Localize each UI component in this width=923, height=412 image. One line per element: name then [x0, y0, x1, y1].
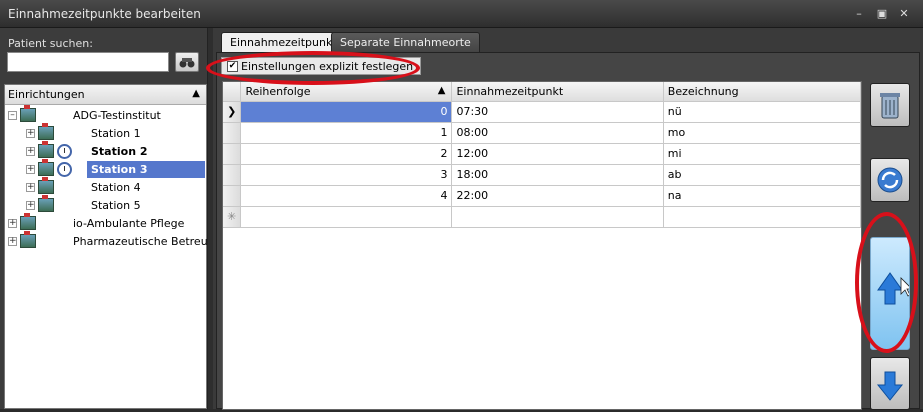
- column-header-bezeichnung[interactable]: Bezeichnung: [663, 82, 862, 102]
- cell-einnahmezeitpunkt[interactable]: 22:00: [451, 185, 664, 207]
- tab-content: ✔ Einstellungen explizit festlegen Reihe…: [216, 52, 920, 410]
- expand-icon[interactable]: +: [26, 129, 35, 138]
- table-row[interactable]: 4 22:00 na: [223, 185, 862, 207]
- current-row-icon[interactable]: ❯: [223, 101, 242, 123]
- close-icon[interactable]: ✕: [898, 8, 910, 20]
- expand-icon[interactable]: +: [8, 237, 17, 246]
- cell-reihenfolge[interactable]: [240, 206, 453, 228]
- row-header[interactable]: [223, 164, 242, 186]
- tree-header[interactable]: Einrichtungen ▲: [5, 85, 206, 105]
- window-title: Einnahmezeitpunkte bearbeiten: [8, 7, 201, 21]
- move-down-button[interactable]: [870, 357, 910, 410]
- settings-panel: Einnahmezeitpunkte Separate Einnahmeorte…: [213, 28, 923, 410]
- cell-bezeichnung[interactable]: mi: [663, 143, 862, 165]
- tree-node-label: Station 1: [91, 127, 141, 140]
- trash-can-icon: [880, 93, 900, 119]
- facility-tree[interactable]: Einrichtungen ▲ – ADG-Testinstitut + Sta…: [4, 84, 219, 409]
- station-icon: [38, 177, 54, 194]
- column-header-reihenfolge[interactable]: Reihenfolge ▲: [240, 82, 453, 102]
- tree-node-label: ADG-Testinstitut: [73, 109, 161, 122]
- cell-einnahmezeitpunkt[interactable]: 07:30: [451, 101, 664, 123]
- binoculars-icon: [179, 58, 195, 68]
- minimize-icon[interactable]: –: [853, 8, 865, 20]
- tree-node-io-ambulante-pflege[interactable]: + io-Ambulante Pflege: [5, 213, 205, 232]
- cell-einnahmezeitpunkt[interactable]: 08:00: [451, 122, 664, 144]
- refresh-button[interactable]: [870, 158, 910, 202]
- tree-node-station-5[interactable]: + Station 5: [5, 195, 205, 214]
- cell-reihenfolge[interactable]: 4: [240, 185, 453, 207]
- arrow-down-icon: [876, 371, 904, 401]
- search-button[interactable]: [175, 52, 199, 72]
- title-bar: Einnahmezeitpunkte bearbeiten – ▣ ✕: [0, 0, 923, 28]
- tree-node-station-3[interactable]: + Station 3: [5, 159, 205, 178]
- intake-times-grid[interactable]: Reihenfolge ▲ Einnahmezeitpunkt Bezeichnu…: [222, 81, 862, 410]
- cell-reihenfolge[interactable]: 0: [240, 101, 453, 123]
- expand-icon[interactable]: +: [8, 219, 17, 228]
- highlight-ring: [855, 212, 918, 353]
- station-icon: [38, 123, 54, 140]
- tree-node-label: Station 2: [91, 145, 148, 158]
- station-icon: [38, 159, 54, 176]
- patient-panel: Patient suchen: Einrichtungen ▲ – ADG-Te…: [0, 28, 219, 409]
- clock-icon: [57, 162, 72, 177]
- facility-icon: [20, 213, 36, 230]
- cell-bezeichnung[interactable]: [663, 206, 862, 228]
- row-header-corner: [223, 82, 242, 102]
- patient-search-input[interactable]: [7, 52, 169, 72]
- column-label: Reihenfolge: [245, 84, 311, 98]
- delete-button[interactable]: [870, 83, 910, 127]
- maximize-icon[interactable]: ▣: [876, 8, 888, 20]
- clock-icon: [57, 144, 72, 159]
- table-row[interactable]: ❯ 0 07:30 nü: [223, 101, 862, 123]
- new-row[interactable]: ✳: [223, 206, 862, 228]
- tab-separate-einnahmeorte[interactable]: Separate Einnahmeorte: [331, 32, 480, 52]
- tree-node-station-2[interactable]: + Station 2: [5, 141, 205, 160]
- tree-node-station-4[interactable]: + Station 4: [5, 177, 205, 196]
- cell-reihenfolge[interactable]: 3: [240, 164, 453, 186]
- highlight-ring: [206, 51, 420, 85]
- cell-einnahmezeitpunkt[interactable]: [451, 206, 664, 228]
- cell-reihenfolge[interactable]: 1: [240, 122, 453, 144]
- tree-node-label: Station 4: [91, 181, 141, 194]
- row-header[interactable]: [223, 143, 242, 165]
- cell-bezeichnung[interactable]: ab: [663, 164, 862, 186]
- cell-einnahmezeitpunkt[interactable]: 12:00: [451, 143, 664, 165]
- tree-node-label: Station 5: [91, 199, 141, 212]
- sort-arrow-icon: ▲: [192, 88, 200, 99]
- tree-node-label: Pharmazeutische Betreu…: [73, 235, 219, 248]
- cell-einnahmezeitpunkt[interactable]: 18:00: [451, 164, 664, 186]
- new-row-icon[interactable]: ✳: [223, 206, 242, 228]
- cell-bezeichnung[interactable]: na: [663, 185, 862, 207]
- table-row[interactable]: 3 18:00 ab: [223, 164, 862, 186]
- tree-node-label-selected: Station 3: [87, 161, 205, 178]
- cell-bezeichnung[interactable]: nü: [663, 101, 862, 123]
- refresh-icon: [877, 167, 903, 193]
- expand-icon[interactable]: +: [26, 147, 35, 156]
- table-row[interactable]: 2 12:00 mi: [223, 143, 862, 165]
- tree-node-adg-testinstitut[interactable]: – ADG-Testinstitut: [5, 105, 205, 124]
- expand-icon[interactable]: +: [26, 183, 35, 192]
- expand-icon[interactable]: +: [26, 165, 35, 174]
- column-header-einnahmezeitpunkt[interactable]: Einnahmezeitpunkt: [451, 82, 664, 102]
- sort-ascending-icon: ▲: [437, 85, 446, 96]
- tree-node-pharmazeutische-betreuung[interactable]: + Pharmazeutische Betreu…: [5, 231, 219, 250]
- cell-bezeichnung[interactable]: mo: [663, 122, 862, 144]
- tree-header-label: Einrichtungen: [8, 88, 85, 101]
- station-icon: [38, 195, 54, 212]
- row-header[interactable]: [223, 122, 242, 144]
- facility-icon: [20, 105, 36, 122]
- dialog-window: Einnahmezeitpunkte bearbeiten – ▣ ✕ Pati…: [0, 0, 923, 410]
- table-row[interactable]: 1 08:00 mo: [223, 122, 862, 144]
- collapse-icon[interactable]: –: [8, 111, 17, 120]
- tree-node-label: io-Ambulante Pflege: [73, 217, 185, 230]
- row-header[interactable]: [223, 185, 242, 207]
- station-icon: [38, 141, 54, 158]
- expand-icon[interactable]: +: [26, 201, 35, 210]
- search-label: Patient suchen:: [8, 37, 93, 50]
- tree-node-station-1[interactable]: + Station 1: [5, 123, 205, 142]
- facility-icon: [20, 231, 36, 248]
- cell-reihenfolge[interactable]: 2: [240, 143, 453, 165]
